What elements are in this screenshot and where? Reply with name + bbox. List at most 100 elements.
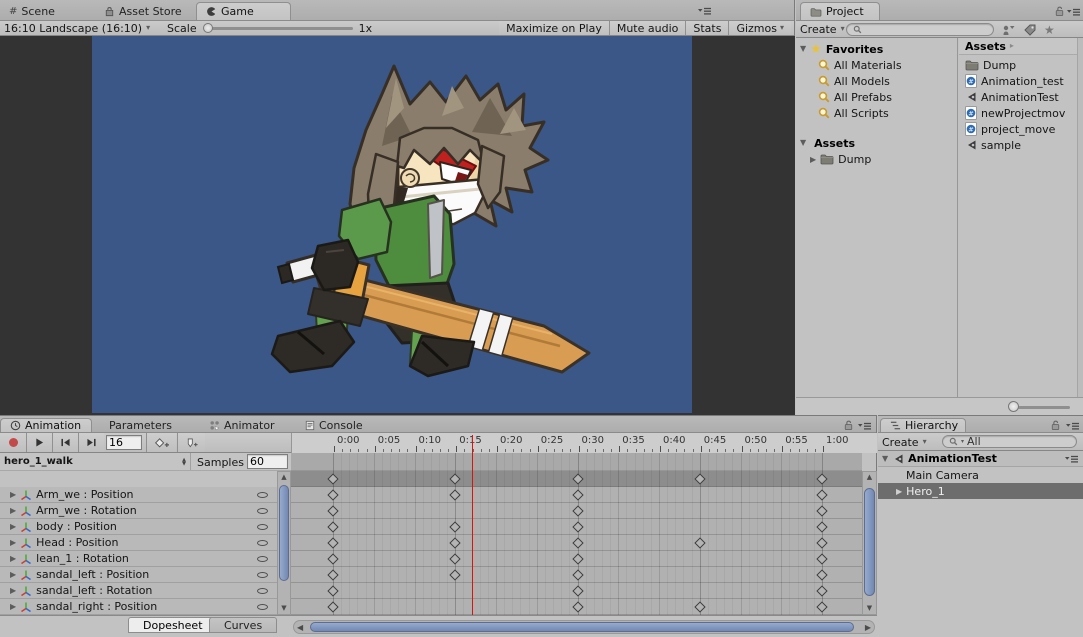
keyframe-diamond[interactable] (694, 601, 706, 613)
keyframe-diamond[interactable] (327, 537, 339, 549)
favorites-item[interactable]: All Materials (796, 57, 957, 73)
panel-menu-icon[interactable] (858, 421, 872, 431)
expand-triangle-icon[interactable]: ▶ (10, 522, 16, 531)
hierarchy-item[interactable]: ▶ Hero_1 (878, 483, 1083, 499)
animated-property-row[interactable]: ▶ Head : Position (0, 535, 277, 551)
keyframe-diamond[interactable] (571, 489, 584, 501)
assets-tree-item[interactable]: ▶ Dump (796, 151, 957, 167)
asset-list-item[interactable]: Dump (959, 57, 1077, 73)
keyframe-diamond[interactable] (449, 537, 461, 549)
lock-icon[interactable] (1054, 5, 1065, 17)
hierarchy-item[interactable]: Main Camera (878, 467, 1083, 483)
properties-scrollbar[interactable]: ▲ ▼ (277, 471, 291, 615)
scale-slider-track[interactable] (210, 27, 353, 30)
expand-triangle-icon[interactable]: ▼ (800, 45, 806, 53)
mute-audio-button[interactable]: Mute audio (608, 21, 686, 35)
scale-slider-knob[interactable] (202, 23, 213, 33)
animated-property-row[interactable]: ▶ Arm_we : Position (0, 487, 277, 503)
keyframe-diamond[interactable] (327, 553, 339, 565)
keyframe-diamond[interactable] (694, 537, 706, 549)
keyframe-diamond[interactable] (571, 521, 584, 533)
tab-animation[interactable]: Animation (0, 418, 92, 432)
scroll-right-icon[interactable]: ▶ (865, 623, 871, 632)
scale-slider[interactable] (202, 23, 353, 33)
scrollbar-thumb[interactable] (310, 622, 854, 632)
tab-parameters[interactable]: Parameters (100, 418, 195, 432)
scroll-up-icon[interactable]: ▲ (278, 472, 290, 483)
stats-button[interactable]: Stats (685, 21, 729, 35)
expand-triangle-icon[interactable]: ▶ (10, 506, 16, 515)
dopesheet-area[interactable] (291, 453, 862, 615)
scene-root-row[interactable]: ▼ AnimationTest (878, 451, 1083, 467)
keyframe-diamond[interactable] (449, 473, 461, 485)
expand-triangle-icon[interactable]: ▶ (10, 490, 16, 499)
animated-property-row[interactable]: ▶ body : Position (0, 519, 277, 535)
keyframe-diamond[interactable] (327, 585, 339, 597)
asset-list-item[interactable]: # project_move (959, 121, 1077, 137)
project-search-field[interactable] (846, 23, 994, 36)
expand-triangle-icon[interactable]: ▶ (10, 538, 16, 547)
scrollbar-thumb[interactable] (864, 488, 875, 596)
aspect-ratio-dropdown[interactable]: 16:10 Landscape (16:10) ▾ (4, 21, 150, 35)
keyframe-diamond[interactable] (571, 537, 584, 549)
keyframe-diamond[interactable] (816, 473, 828, 485)
keyframe-diamond[interactable] (816, 505, 828, 517)
hierarchy-search-field[interactable]: ▾ All (942, 435, 1077, 448)
keyframe-diamond[interactable] (327, 569, 339, 581)
keyframe-diamond[interactable] (449, 553, 461, 565)
animated-property-row[interactable]: ▶ sandal_left : Position (0, 567, 277, 583)
thumbnail-size-slider-knob[interactable] (1008, 401, 1019, 412)
scene-menu-icon[interactable] (1065, 454, 1079, 464)
keyframe-diamond[interactable] (327, 601, 339, 613)
scroll-up-icon[interactable]: ▲ (863, 472, 876, 483)
dopesheet-horizontal-scrollbar[interactable]: ◀ ▶ (293, 620, 875, 634)
expand-triangle-icon[interactable]: ▼ (800, 139, 806, 147)
property-toggle-icon[interactable] (257, 539, 268, 546)
favorites-root[interactable]: ▼ ★ Favorites (796, 41, 957, 57)
tab-console[interactable]: Console (296, 418, 378, 432)
lock-icon[interactable] (843, 419, 854, 431)
keyframe-diamond[interactable] (816, 601, 828, 613)
create-button[interactable]: Create ▾ (800, 22, 845, 36)
favorites-item[interactable]: All Models (796, 73, 957, 89)
expand-triangle-icon[interactable]: ▶ (10, 586, 16, 595)
expand-triangle-icon[interactable]: ▶ (10, 570, 16, 579)
dopesheet-vertical-scrollbar[interactable]: ▲ ▼ (862, 471, 877, 615)
project-search-input[interactable] (865, 23, 987, 36)
keyframe-diamond[interactable] (327, 521, 339, 533)
scroll-down-icon[interactable]: ▼ (863, 603, 876, 614)
add-event-button[interactable] (177, 433, 205, 452)
search-by-label-icon[interactable] (1024, 24, 1036, 36)
search-by-type-icon[interactable] (1002, 24, 1015, 36)
animated-property-row[interactable]: ▶ lean_1 : Rotation (0, 551, 277, 567)
thumbnail-size-slider-track[interactable] (1018, 406, 1070, 409)
keyframe-diamond[interactable] (816, 489, 828, 501)
keyframe-diamond[interactable] (571, 569, 584, 581)
property-toggle-icon[interactable] (257, 523, 268, 530)
add-keyframe-button[interactable] (146, 433, 176, 452)
property-toggle-icon[interactable] (257, 587, 268, 594)
expand-triangle-icon[interactable]: ▶ (10, 602, 16, 611)
scroll-down-icon[interactable]: ▼ (278, 603, 290, 614)
asset-list-item[interactable]: # Animation_test (959, 73, 1077, 89)
favorites-star-icon[interactable]: ★ (1044, 23, 1055, 37)
assets-root[interactable]: ▼ Assets (796, 135, 957, 151)
clip-selector-dropdown[interactable]: hero_1_walk ▲ ▼ (0, 453, 190, 470)
expand-triangle-icon[interactable]: ▼ (882, 454, 888, 463)
keyframe-diamond[interactable] (327, 505, 339, 517)
keyframe-diamond[interactable] (449, 489, 461, 501)
lock-icon[interactable] (1050, 419, 1061, 431)
maximize-on-play-button[interactable]: Maximize on Play (499, 21, 609, 35)
samples-field[interactable] (247, 454, 288, 469)
property-toggle-icon[interactable] (257, 603, 268, 610)
dopesheet-tab[interactable]: Dopesheet (128, 617, 218, 633)
playhead-line[interactable] (471, 435, 473, 615)
panel-menu-icon[interactable] (698, 6, 712, 16)
tab-asset-store[interactable]: Asset Store (95, 2, 192, 20)
game-viewport[interactable] (92, 36, 692, 413)
keyframe-diamond[interactable] (449, 521, 461, 533)
keyframe-diamond[interactable] (816, 537, 828, 549)
animated-property-row[interactable]: ▶ sandal_right : Position (0, 599, 277, 615)
keyframe-diamond[interactable] (327, 489, 339, 501)
asset-list-item[interactable]: # newProjectmov (959, 105, 1077, 121)
